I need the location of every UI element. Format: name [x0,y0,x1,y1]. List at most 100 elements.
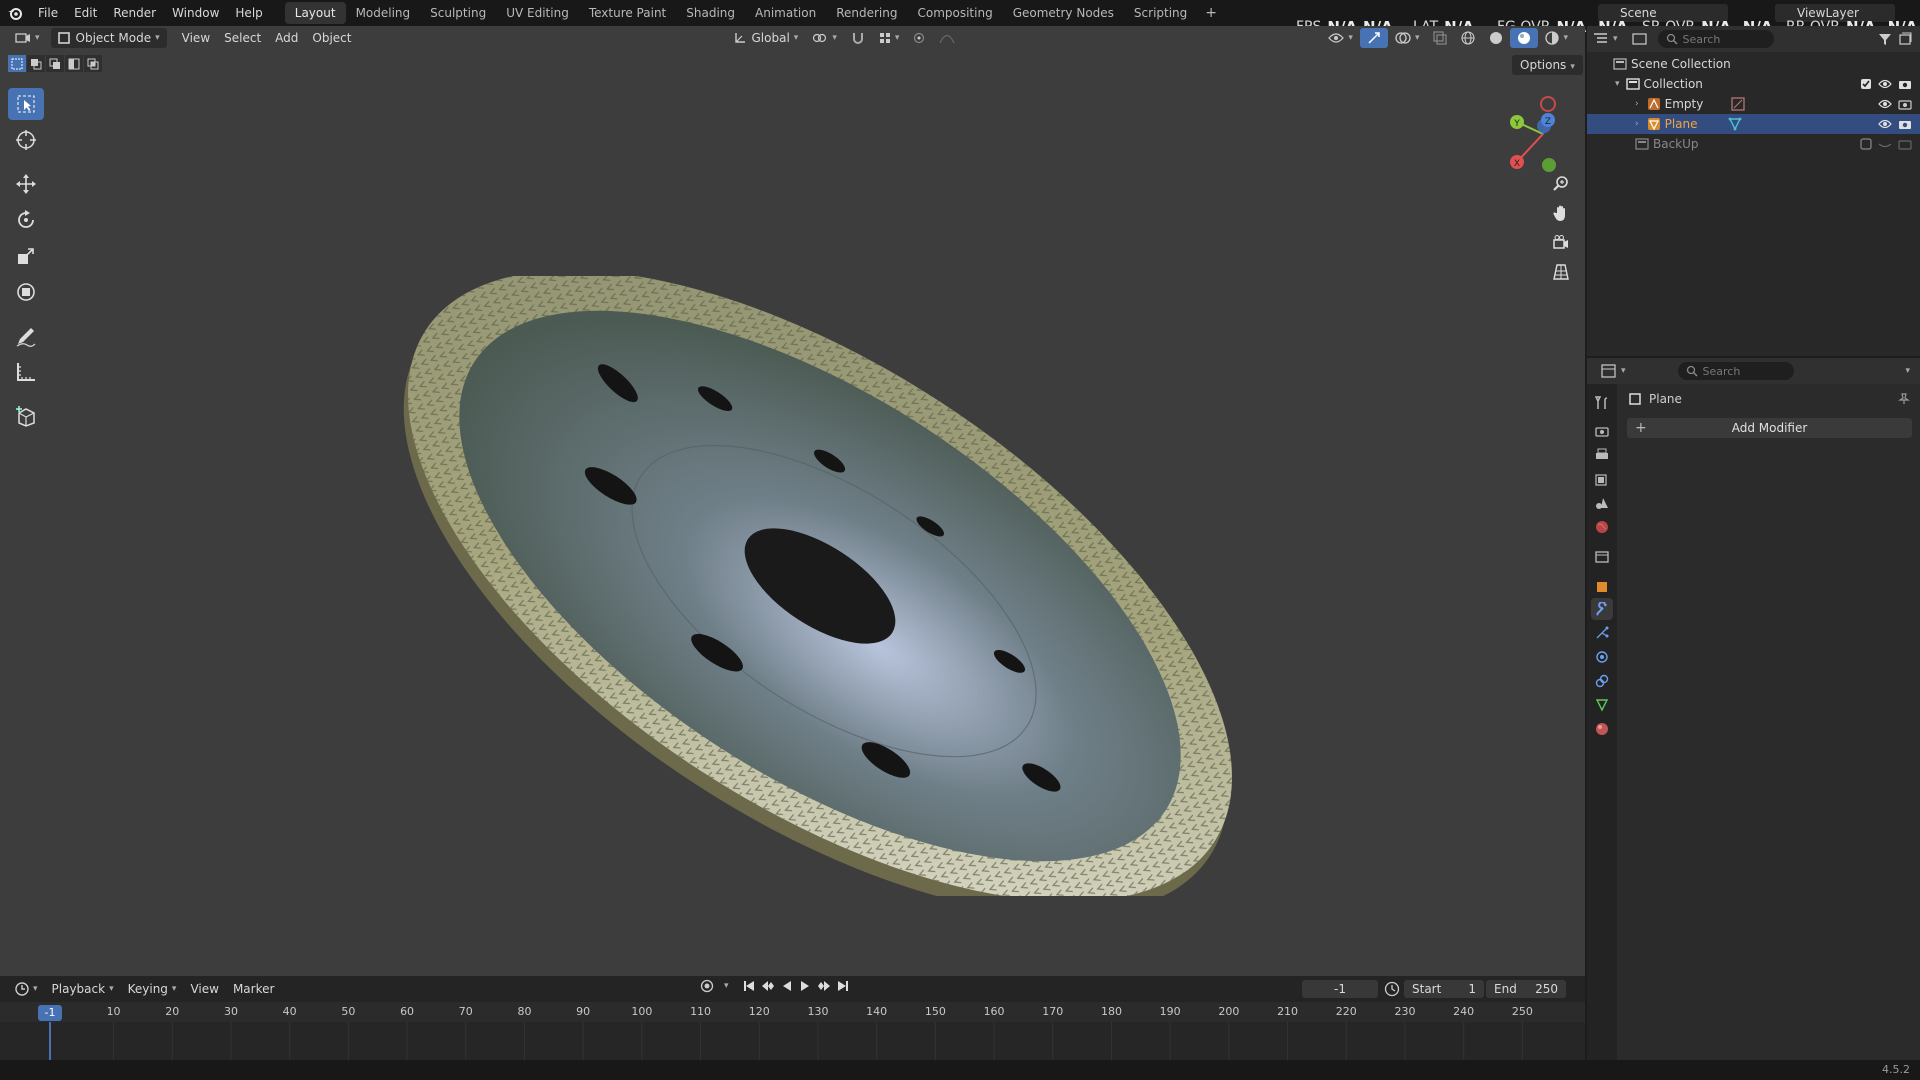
render-camera-icon[interactable] [1898,118,1912,130]
chevron-down-icon[interactable]: ▾ [1905,366,1910,376]
add-cube-tool[interactable] [8,400,44,432]
current-frame-field[interactable]: -1 [1302,980,1378,998]
properties-search-field[interactable]: Search [1677,362,1794,380]
outliner-row-backup[interactable]: BackUp [1587,134,1920,154]
render-camera-icon[interactable] [1898,98,1912,110]
mesh-data-icon[interactable] [1728,117,1742,131]
preview-range-icon[interactable] [1384,981,1400,997]
timeline-editor-type-button[interactable]: ▾ [8,979,45,999]
auto-keying-record-icon[interactable] [700,979,714,993]
render-camera-icon[interactable] [1898,138,1912,150]
tab-output[interactable] [1591,444,1613,466]
exclude-checkbox-icon[interactable] [1860,138,1872,150]
new-collection-icon[interactable] [1898,32,1912,46]
next-keyframe-icon[interactable] [817,980,831,992]
viewport-menu-object[interactable]: Object [305,28,358,48]
outliner-row-scene-collection[interactable]: Scene Collection [1587,54,1920,74]
properties-editor-icon[interactable] [1601,364,1617,378]
proportional-edit-button[interactable] [906,28,932,48]
transform-tool[interactable] [8,276,44,308]
move-tool[interactable] [8,168,44,200]
menu-help[interactable]: Help [227,0,270,26]
timeline-menu-view[interactable]: View [183,979,225,999]
shading-solid-button[interactable] [1482,28,1510,48]
expand-chevron-icon[interactable]: › [1635,99,1639,109]
mode-selector[interactable]: Object Mode ▾ [50,28,167,48]
zoom-button[interactable] [1547,170,1575,196]
tab-uv-editing[interactable]: UV Editing [496,2,579,24]
viewport-menu-view[interactable]: View [175,28,217,48]
tab-modeling[interactable]: Modeling [346,2,421,24]
render-camera-icon[interactable] [1898,78,1912,90]
rotate-tool[interactable] [8,204,44,236]
transform-orientation-selector[interactable]: Global ▾ [727,28,806,48]
outliner-editor-icon[interactable] [1593,32,1609,46]
add-workspace-button[interactable]: + [1197,2,1225,24]
tab-scene[interactable] [1591,492,1613,514]
add-modifier-button[interactable]: + Add Modifier [1627,418,1912,438]
overlays-button[interactable]: ▾ [1388,28,1427,48]
tab-scripting[interactable]: Scripting [1124,2,1197,24]
tab-constraints[interactable] [1591,670,1613,692]
pivot-point-button[interactable]: ▾ [805,28,844,48]
tab-tool[interactable] [1591,392,1613,414]
tab-collection[interactable] [1591,546,1613,568]
annotate-tool[interactable] [8,320,44,352]
viewport-menu-add[interactable]: Add [268,28,305,48]
jump-start-icon[interactable] [743,980,755,992]
select-mode-subtract-button[interactable] [46,55,64,72]
viewport-menu-select[interactable]: Select [217,28,268,48]
shading-rendered-button[interactable]: ▾ [1538,28,1575,48]
eye-icon[interactable] [1878,99,1892,109]
play-icon[interactable] [799,980,811,992]
outliner-row-plane[interactable]: › Plane [1587,114,1920,134]
3d-viewport[interactable]: ▾ Object Mode ▾ View Select Add Object Gl… [0,26,1585,976]
tab-modifiers[interactable] [1591,598,1613,620]
prev-keyframe-icon[interactable] [761,980,775,992]
options-button[interactable]: Options ▾ [1512,55,1583,75]
perspective-toggle-button[interactable] [1547,259,1575,285]
tab-texture-paint[interactable]: Texture Paint [579,2,676,24]
empty-data-icon[interactable] [1731,97,1745,111]
scale-tool[interactable] [8,240,44,272]
timeline-ruler[interactable]: -1 10 20 30 40 50 60 70 80 90 100 110 120 130 140 150 1… [0,1002,1585,1022]
tab-object[interactable] [1591,576,1613,598]
timeline-menu-marker[interactable]: Marker [226,979,281,999]
shading-wireframe-button[interactable] [1454,28,1482,48]
tab-render[interactable] [1591,420,1613,442]
tab-compositing[interactable]: Compositing [907,2,1002,24]
tab-data[interactable] [1591,694,1613,716]
chevron-down-icon[interactable]: ▾ [724,981,729,991]
snap-button[interactable] [844,28,872,48]
pin-icon[interactable] [1898,393,1910,405]
current-frame-indicator[interactable]: -1 [38,1005,62,1021]
gizmo-toggle-button[interactable] [1359,28,1388,48]
eye-icon[interactable] [1878,119,1892,129]
outliner-row-empty[interactable]: › Empty [1587,94,1920,114]
jump-end-icon[interactable] [837,980,849,992]
measure-tool[interactable] [8,356,44,388]
timeline-track-area[interactable] [0,1022,1585,1060]
tab-animation[interactable]: Animation [745,2,826,24]
select-mode-intersect-button[interactable] [84,55,102,72]
eye-hidden-icon[interactable] [1878,139,1892,149]
pan-button[interactable] [1547,200,1575,226]
cursor-tool[interactable] [8,124,44,156]
exclude-checkbox-icon[interactable] [1860,78,1872,90]
filter-icon[interactable] [1878,32,1892,46]
outliner-row-collection[interactable]: ▾ Collection [1587,74,1920,94]
tab-rendering[interactable]: Rendering [826,2,907,24]
playhead-line[interactable] [49,1022,51,1060]
xray-button[interactable] [1426,28,1454,48]
select-mode-extend-button[interactable] [27,55,45,72]
shading-material-button[interactable] [1510,28,1539,48]
visibility-button[interactable]: ▾ [1321,28,1360,48]
select-mode-invert-button[interactable] [65,55,83,72]
play-reverse-icon[interactable] [781,980,793,992]
eye-icon[interactable] [1878,79,1892,89]
scene-selector[interactable]: Scene [1598,4,1728,22]
diamond-saw-disc-model[interactable] [360,276,1280,896]
display-mode-icon[interactable] [1631,32,1648,46]
collapse-chevron-icon[interactable]: ▾ [1615,79,1620,89]
tab-geometry-nodes[interactable]: Geometry Nodes [1003,2,1124,24]
